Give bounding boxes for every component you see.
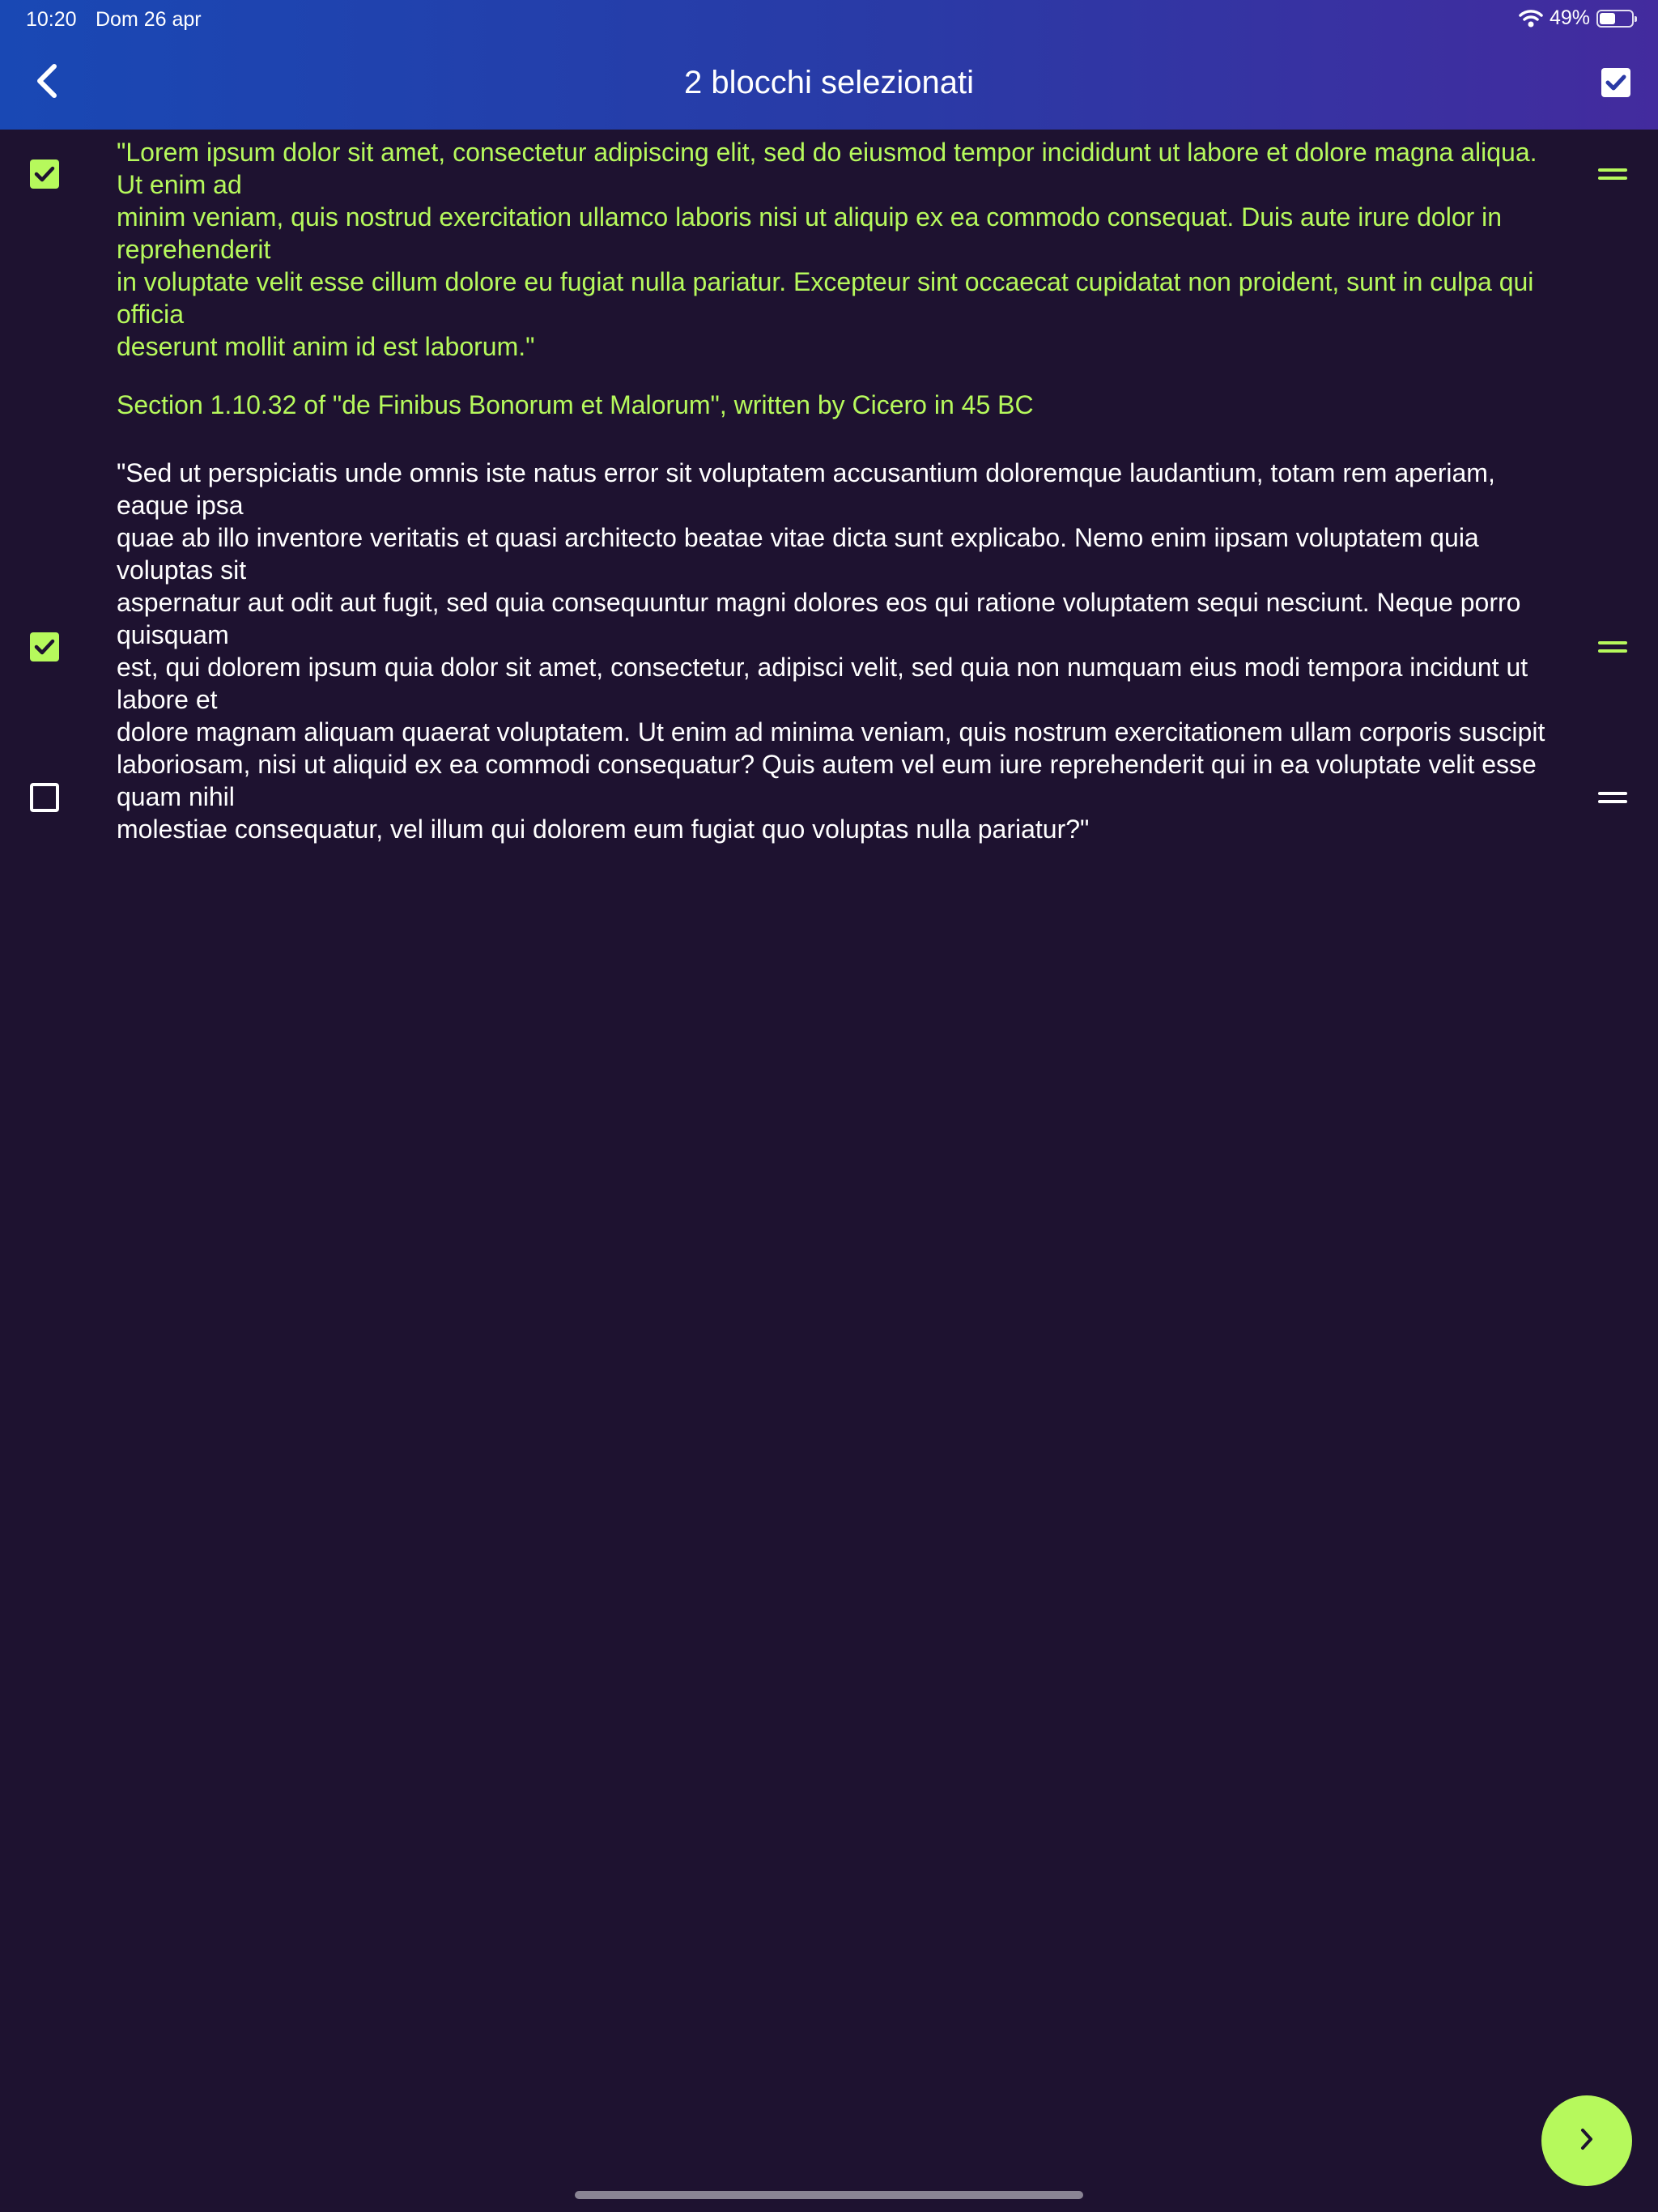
wifi-icon (1519, 9, 1543, 28)
home-indicator (575, 2191, 1083, 2199)
checkmark-icon (34, 166, 55, 182)
block-row[interactable]: Section 1.10.32 of "de Finibus Bonorum e… (0, 363, 1658, 661)
status-bar: 10:20 Dom 26 apr 49% (0, 0, 1658, 39)
page-title: 2 blocchi selezionati (684, 65, 974, 100)
status-date: Dom 26 apr (96, 8, 202, 31)
chevron-right-icon (1579, 2127, 1595, 2155)
header: 10:20 Dom 26 apr 49% 2 blocchi seleziona… (0, 0, 1658, 130)
battery-tip (1635, 15, 1637, 22)
drag-handle-icon[interactable] (1598, 168, 1627, 180)
select-all-button[interactable] (1598, 65, 1634, 100)
screen: 10:20 Dom 26 apr 49% 2 blocchi seleziona… (0, 0, 1658, 2212)
block-list: "Lorem ipsum dolor sit amet, consectetur… (0, 130, 1658, 845)
battery-fill (1600, 12, 1615, 24)
status-right: 49% (1519, 6, 1637, 30)
block-checkbox[interactable] (30, 783, 59, 812)
block-row[interactable]: "Sed ut perspiciatis unde omnis iste nat… (0, 421, 1658, 845)
battery-percent: 49% (1549, 6, 1590, 29)
block-row[interactable]: "Lorem ipsum dolor sit amet, consectetur… (0, 130, 1658, 363)
checkbox-checked-icon (1601, 68, 1630, 97)
block-text: "Lorem ipsum dolor sit amet, consectetur… (117, 138, 1537, 361)
battery-icon (1596, 9, 1637, 28)
block-text: "Sed ut perspiciatis unde omnis iste nat… (117, 458, 1545, 844)
block-checkbox[interactable] (30, 160, 59, 189)
status-time: 10:20 (26, 8, 77, 31)
block-text: Section 1.10.32 of "de Finibus Bonorum e… (117, 390, 1034, 419)
drag-handle-icon[interactable] (1598, 792, 1627, 803)
next-button[interactable] (1541, 2095, 1632, 2186)
